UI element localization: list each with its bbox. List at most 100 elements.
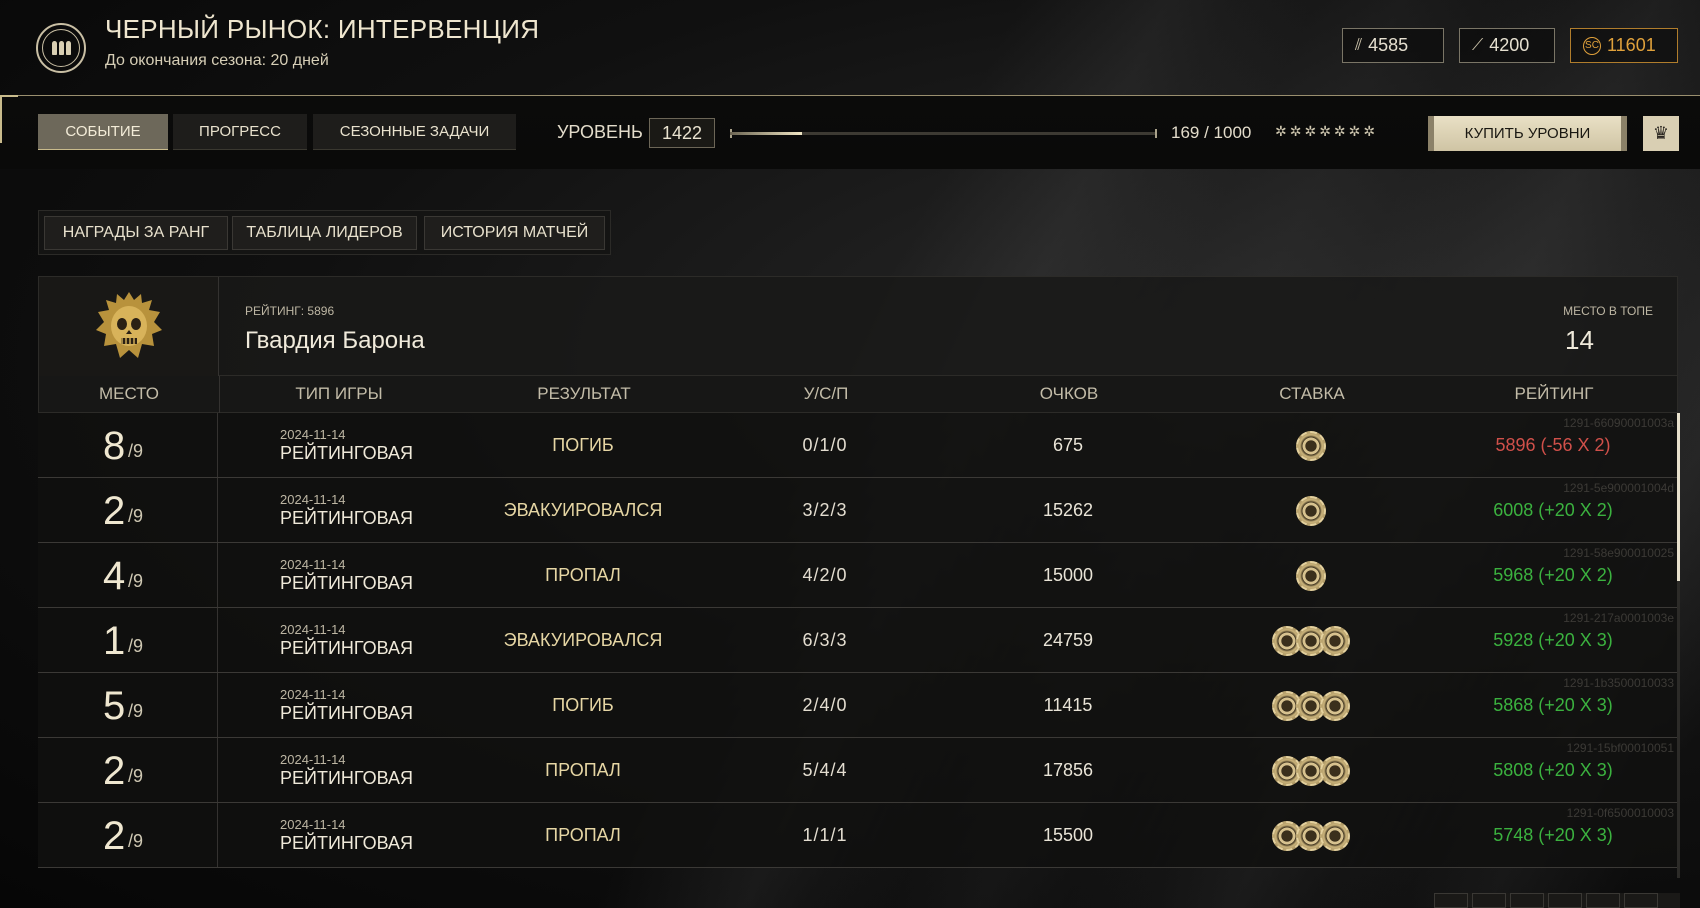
subtab-rank-rewards[interactable]: НАГРАДЫ ЗА РАНГ	[44, 216, 228, 250]
rating-change: 5868 (+20 X 3)	[1493, 695, 1613, 715]
game-type: РЕЙТИНГОВАЯ	[280, 768, 414, 788]
rating-change: 5896 (-56 X 2)	[1495, 435, 1611, 455]
column-header[interactable]: У/С/П	[804, 384, 849, 404]
place-number: 4	[103, 554, 126, 598]
season-countdown: До окончания сезона: 20 дней	[105, 52, 329, 69]
place-cell: 1 /9	[38, 608, 218, 672]
gold-coin-icon: SC	[1583, 36, 1601, 55]
currency-gold[interactable]: SC 11601	[1570, 28, 1678, 63]
match-id: 1291-217a0001003e	[1563, 611, 1674, 625]
page-button[interactable]	[1624, 893, 1658, 908]
match-result: ЭВАКУИРОВАЛСЯ	[503, 630, 663, 650]
table-row[interactable]: 8 /9 2024-11-14 РЕЙТИНГОВАЯ ПОГИБ 0/1/0 …	[38, 413, 1678, 478]
score: 11415	[1043, 695, 1093, 715]
place-number: 5	[103, 684, 126, 728]
place-cell: 2 /9	[38, 738, 218, 802]
stake-chips	[1272, 626, 1350, 656]
level-progress-fill	[730, 132, 803, 135]
poker-chip-icon	[1296, 431, 1326, 461]
top-place-label: МЕСТО В ТОПЕ	[1563, 304, 1653, 318]
match-id: 1291-0f6500010003	[1566, 806, 1674, 820]
kda: 0/1/0	[802, 435, 848, 455]
stake-chips	[1296, 431, 1326, 461]
team-rating: РЕЙТИНГ: 5896	[245, 304, 335, 318]
match-date: 2024-11-14	[280, 492, 346, 507]
crown-icon[interactable]: ♛	[1643, 116, 1679, 151]
place-total: /9	[128, 766, 144, 786]
game-type: РЕЙТИНГОВАЯ	[280, 638, 414, 658]
frame-corner	[0, 95, 18, 143]
match-result: ЭВАКУИРОВАЛСЯ	[503, 500, 663, 520]
team-header: РЕЙТИНГ: 5896 Гвардия Барона МЕСТО В ТОП…	[38, 276, 1678, 377]
stake-chips	[1296, 561, 1326, 591]
kda: 4/2/0	[802, 565, 848, 585]
place-number: 1	[103, 619, 126, 663]
match-id: 1291-5e900001004d	[1563, 481, 1674, 495]
column-header[interactable]: РЕЙТИНГ	[1515, 384, 1594, 404]
game-type: РЕЙТИНГОВАЯ	[280, 703, 414, 723]
page-button[interactable]	[1472, 893, 1506, 908]
match-result: ПРОПАЛ	[545, 760, 621, 780]
poker-chip-icon	[1296, 561, 1326, 591]
place-total: /9	[128, 571, 144, 591]
ammo-shell-icon: ⟋	[1472, 36, 1484, 54]
page-button[interactable]	[1548, 893, 1582, 908]
currency-value: 4585	[1368, 35, 1409, 55]
poker-chip-icon	[1320, 821, 1350, 851]
score: 675	[1052, 435, 1084, 455]
match-list: 8 /9 2024-11-14 РЕЙТИНГОВАЯ ПОГИБ 0/1/0 …	[38, 413, 1678, 868]
level-label: УРОВЕНЬ	[557, 122, 643, 142]
match-result: ПОГИБ	[552, 695, 614, 715]
kda: 2/4/0	[802, 695, 848, 715]
column-header[interactable]: СТАВКА	[1279, 384, 1344, 404]
match-id: 1291-15bf00010051	[1566, 741, 1674, 755]
match-result: ПОГИБ	[552, 435, 614, 455]
page-button[interactable]	[1510, 893, 1544, 908]
place-number: 8	[103, 424, 126, 468]
subtab-leaderboard[interactable]: ТАБЛИЦА ЛИДЕРОВ	[232, 216, 417, 250]
rating-change: 5968 (+20 X 2)	[1493, 565, 1613, 585]
tab-season-tasks[interactable]: СЕЗОННЫЕ ЗАДАЧИ	[313, 114, 516, 150]
buy-levels-button[interactable]: КУПИТЬ УРОВНИ	[1428, 116, 1627, 151]
table-row[interactable]: 2 /9 2024-11-14 РЕЙТИНГОВАЯ ЭВАКУИРОВАЛС…	[38, 478, 1678, 543]
tab-progress[interactable]: ПРОГРЕСС	[173, 114, 307, 150]
currency-shells[interactable]: ⟋ 4200	[1459, 28, 1555, 63]
table-row[interactable]: 5 /9 2024-11-14 РЕЙТИНГОВАЯ ПОГИБ 2/4/0 …	[38, 673, 1678, 738]
team-name: Гвардия Барона	[245, 327, 425, 354]
game-type: РЕЙТИНГОВАЯ	[280, 508, 414, 528]
page-title: ЧЕРНЫЙ РЫНОК: ИНТЕРВЕНЦИЯ	[105, 14, 540, 44]
match-id: 1291-1b3500010033	[1563, 676, 1674, 690]
tab-event[interactable]: СОБЫТИЕ	[38, 114, 168, 150]
place-cell: 4 /9	[38, 543, 218, 607]
column-header[interactable]: ОЧКОВ	[1040, 384, 1098, 404]
column-header[interactable]: ТИП ИГРЫ	[295, 384, 382, 404]
kda: 1/1/1	[802, 825, 848, 845]
score: 17856	[1042, 760, 1094, 780]
poker-chip-icon	[1296, 496, 1326, 526]
scrollbar-thumb[interactable]	[1677, 413, 1680, 581]
match-date: 2024-11-14	[280, 427, 346, 442]
poker-chip-icon	[1320, 691, 1350, 721]
kda: 5/4/4	[802, 760, 848, 780]
subtab-match-history[interactable]: ИСТОРИЯ МАТЧЕЙ	[424, 216, 605, 250]
table-row[interactable]: 1 /9 2024-11-14 РЕЙТИНГОВАЯ ЭВАКУИРОВАЛС…	[38, 608, 1678, 673]
table-row[interactable]: 4 /9 2024-11-14 РЕЙТИНГОВАЯ ПРОПАЛ 4/2/0…	[38, 543, 1678, 608]
game-type: РЕЙТИНГОВАЯ	[280, 443, 414, 463]
match-id: 1291-58e900010025	[1563, 546, 1674, 560]
place-total: /9	[128, 506, 144, 526]
top-place-value: 14	[1565, 325, 1594, 355]
currency-bullets[interactable]: ⫽ 4585	[1342, 28, 1444, 63]
match-date: 2024-11-14	[280, 622, 346, 637]
kda: 6/3/3	[802, 630, 848, 650]
column-header[interactable]: РЕЗУЛЬТАТ	[537, 384, 630, 404]
match-id: 1291-66090001003a	[1563, 416, 1674, 430]
place-number: 2	[103, 749, 126, 793]
header: ЧЕРНЫЙ РЫНОК: ИНТЕРВЕНЦИЯ До окончания с…	[0, 0, 1700, 95]
place-cell: 2 /9	[38, 803, 218, 867]
page-button[interactable]	[1434, 893, 1468, 908]
page-button[interactable]	[1586, 893, 1620, 908]
column-header[interactable]: МЕСТО	[99, 384, 159, 404]
table-row[interactable]: 2 /9 2024-11-14 РЕЙТИНГОВАЯ ПРОПАЛ 1/1/1…	[38, 803, 1678, 868]
currency-value: 11601	[1607, 35, 1656, 55]
table-row[interactable]: 2 /9 2024-11-14 РЕЙТИНГОВАЯ ПРОПАЛ 5/4/4…	[38, 738, 1678, 803]
